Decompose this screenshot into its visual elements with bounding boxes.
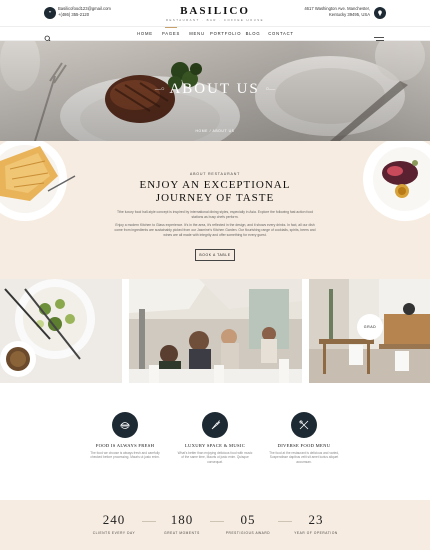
decor-right-icon: ○— [265, 86, 276, 93]
nav-menu: HOME PAGES MENU PORTFOLIO BLOG CONTACT [132, 27, 296, 36]
about-heading-line-2: JOURNEY OF TASTE [155, 192, 275, 204]
about-heading-line-1: ENJOY AN EXCEPTIONAL [139, 179, 291, 191]
main-nav: HOME PAGES MENU PORTFOLIO BLOG CONTACT [0, 26, 430, 44]
nav-item-pages[interactable]: PAGES [158, 27, 184, 36]
stat-label: GREAT MOMENTS [164, 531, 200, 535]
stat-moments: 180 GREAT MOMENTS [152, 512, 212, 535]
fork-knife-icon [291, 412, 317, 438]
feature-diverse-menu: DIVERSE FOOD MENU The food at the restau… [254, 412, 354, 464]
feature-title: FOOD IS ALWAYS FRESH [95, 443, 155, 448]
about-kicker: ABOUT RESTAURANT [189, 172, 241, 176]
stat-number: 240 [102, 512, 126, 527]
stat-number: 23 [308, 512, 324, 527]
nav-item-blog[interactable]: BLOG [240, 31, 266, 36]
about-section: ABOUT RESTAURANT ENJOY AN EXCEPTIONAL JO… [0, 141, 430, 279]
nav-item-menu[interactable]: MENU [184, 31, 210, 36]
feature-fresh-food: FOOD IS ALWAYS FRESH The food we choose … [75, 412, 175, 460]
about-paragraph-2: Enjoy a modern Kitchen to Glass experien… [114, 223, 316, 237]
top-bar: ” Basilicofood123@gmail.com +(486) 355-2… [0, 0, 430, 26]
grad-badge[interactable]: GRAD [357, 314, 383, 340]
feature-title: DIVERSE FOOD MENU [277, 443, 331, 448]
features-section: FOOD IS ALWAYS FRESH The food we choose … [0, 383, 430, 500]
hero-banner: —○ ABOUT US ○— HOME / ABOUT US [0, 41, 430, 141]
hero-title: —○ ABOUT US ○— [0, 81, 430, 98]
nav-item-home[interactable]: HOME [132, 31, 158, 36]
stat-years: 23 YEAR OF OPERATION [286, 512, 346, 535]
stats-section: 240 CLIENTS EVERY DAY 180 GREAT MOMENTS … [0, 500, 430, 550]
address-line-2: Kentucky 39495, USA [329, 12, 370, 17]
address-info: 4617 Washington Ave. Manchester, Kentuck… [304, 6, 370, 18]
about-heading: ENJOY AN EXCEPTIONAL JOURNEY OF TASTE [0, 179, 430, 205]
feature-title: LUXURY SPACE & MUSIC [184, 443, 246, 448]
logo-tagline: RESTAURANT · BAR · COFFEE HOUSE [166, 18, 264, 22]
feature-text: The food at the restaurant is delicious … [269, 451, 339, 464]
about-paragraph-1: Tthe luxury food hall-style concept is i… [116, 210, 313, 219]
book-table-button[interactable]: BOOK A TABLE [195, 249, 235, 261]
hero-title-text: ABOUT US [169, 81, 260, 97]
stat-label: PRESTIGIOUS AWARD [225, 531, 271, 535]
carrot-icon [202, 412, 228, 438]
feature-text: The food we choose is always fresh and c… [90, 451, 160, 460]
stat-number: 05 [240, 512, 256, 527]
restaurant-interior-image[interactable]: GRAD [309, 279, 430, 383]
stat-awards: 05 PRESTIGIOUS AWARD [218, 512, 278, 535]
location-pin-icon[interactable] [374, 7, 386, 19]
stat-label: CLIENTS EVERY DAY [92, 531, 136, 535]
stat-clients: 240 CLIENTS EVERY DAY [84, 512, 144, 535]
burger-bowl-icon [112, 412, 138, 438]
breadcrumb[interactable]: HOME / ABOUT US [0, 129, 430, 133]
terrace-dining-image[interactable] [129, 279, 302, 383]
nav-item-contact[interactable]: CONTACT [266, 31, 296, 36]
nav-item-portfolio[interactable]: PORTFOLIO [210, 31, 241, 36]
stat-label: YEAR OF OPERATION [294, 531, 338, 535]
feature-luxury-space: LUXURY SPACE & MUSIC What's better than … [165, 412, 265, 464]
salad-dish-image[interactable] [0, 279, 122, 383]
decor-left-icon: —○ [154, 86, 165, 93]
gallery: GRAD [0, 279, 430, 383]
feature-text: What's better than enjoying delicious fo… [177, 451, 253, 464]
stat-number: 180 [170, 512, 194, 527]
